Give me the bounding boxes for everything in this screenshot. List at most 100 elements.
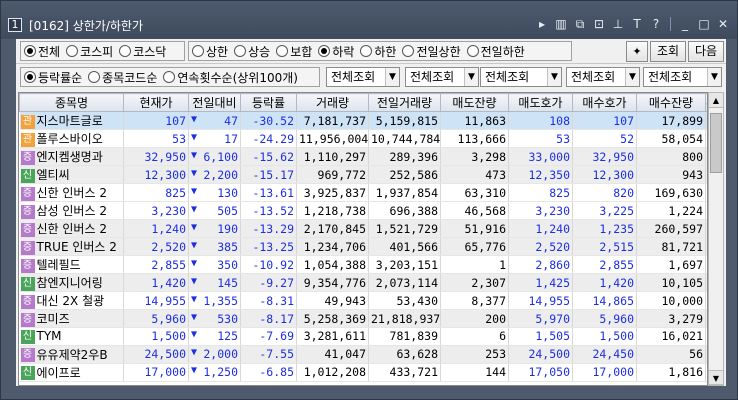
help-icon[interactable]: ?: [648, 16, 664, 32]
radio-dot[interactable]: [466, 45, 479, 57]
filter-select-2[interactable]: 전체조회 ▼: [405, 67, 479, 87]
cell-ask-qty: 65,776: [440, 237, 509, 256]
radio-dot[interactable]: [234, 45, 247, 57]
radio-upper-limit[interactable]: 상한: [192, 43, 228, 60]
radio-sort-rate[interactable]: 등락률순: [24, 69, 82, 86]
down-arrow-icon: ▼: [191, 221, 198, 233]
radio-dot[interactable]: [318, 45, 331, 57]
table-row[interactable]: 증 유유제약2우B 24,500 ▼ 2,000 -7.55 41,047 63,628 253…: [19, 345, 707, 364]
radio-dot[interactable]: [24, 71, 36, 83]
link-icon[interactable]: ⧉: [572, 16, 588, 32]
cell-value: 6,100: [203, 149, 238, 164]
table-row[interactable]: 증 삼성 인버스 2 3,230 ▼ 505 -13.52 1,218,738 696,388…: [19, 201, 707, 220]
column-header[interactable]: 전일대비: [188, 93, 241, 112]
radio-dot[interactable]: [163, 71, 176, 83]
stock-grid[interactable]: 종목명 현재가 전일대비 등락률 거래량 전일거래량 매도잔량 매도호가 매수호…: [18, 92, 708, 386]
cell-bid-qty: 3,279: [636, 309, 706, 328]
cell-prev-volume: 5,159,815: [368, 111, 441, 130]
radio-dot[interactable]: [66, 45, 79, 57]
table-row[interactable]: 신 엘티씨 12,300 ▼ 2,200 -15.17 969,772 252,586 473 1…: [19, 165, 707, 184]
table-row[interactable]: 증 신한 인버스 2 1,240 ▼ 190 -13.29 2,170,845 1,521,7…: [19, 219, 707, 238]
radio-prev-lower-limit[interactable]: 전일하한: [466, 43, 525, 60]
cell-value: 24,500: [528, 347, 570, 361]
cell-bid-price: 1,500: [572, 327, 637, 346]
table-row[interactable]: 증 대신 2X 철광 14,955 ▼ 1,355 -8.31 49,943 53,430 8,…: [19, 291, 707, 310]
cell-price: 32,950: [123, 147, 189, 166]
radio-prev-upper-limit[interactable]: 전일상한: [402, 43, 461, 60]
radio-market-kospi[interactable]: 코스피: [66, 43, 113, 60]
column-header[interactable]: 등락률: [240, 93, 297, 112]
column-header[interactable]: 매수잔량: [636, 93, 706, 112]
radio-fall[interactable]: 하락: [318, 43, 354, 60]
radio-flat[interactable]: 보합: [276, 43, 312, 60]
column-header[interactable]: 전일거래량: [368, 93, 441, 112]
cell-prev-volume: 21,818,937: [368, 309, 441, 328]
radio-dot[interactable]: [119, 45, 132, 57]
radio-sort-consecutive[interactable]: 연속횟수순(상위100개): [163, 69, 298, 86]
chevron-down-icon[interactable]: ▼: [385, 68, 399, 86]
column-header[interactable]: 매도잔량: [440, 93, 509, 112]
filter-select-1[interactable]: 전체조회 ▼: [326, 67, 400, 87]
radio-rise[interactable]: 상승: [234, 43, 270, 60]
cell-bid-price: 3,225: [572, 201, 637, 220]
radio-dot[interactable]: [360, 45, 373, 57]
radio-label: 등락률순: [38, 70, 83, 85]
cell-volume: 7,181,737: [296, 111, 369, 130]
filter-select-4[interactable]: 전체조회 ▼: [566, 67, 640, 87]
stock-mark-badge: 증: [20, 186, 35, 201]
column-header[interactable]: 현재가: [123, 93, 189, 112]
column-header[interactable]: 매도호가: [508, 93, 573, 112]
radio-dot[interactable]: [88, 71, 101, 83]
maximize-icon[interactable]: □: [696, 16, 712, 32]
radio-dot[interactable]: [24, 45, 36, 57]
cell-bid-price: 14,865: [572, 291, 637, 310]
chevron-down-icon[interactable]: ▼: [547, 68, 561, 86]
radio-dot[interactable]: [276, 45, 289, 57]
cell-prev-volume: 252,586: [368, 165, 441, 184]
column-header[interactable]: 종목명: [19, 93, 124, 112]
cell-ask-price: 24,500: [508, 345, 573, 364]
cell-change: ▼ 190: [188, 219, 241, 238]
minimize-icon[interactable]: _: [677, 16, 693, 32]
column-header[interactable]: 거래량: [296, 93, 369, 112]
cell-value: 3,230: [151, 203, 186, 218]
chevron-down-icon[interactable]: ▼: [625, 68, 639, 86]
radio-market-kosdaq[interactable]: 코스닥: [119, 43, 166, 60]
text-icon[interactable]: T: [629, 16, 645, 32]
radio-lower-limit[interactable]: 하한: [360, 43, 396, 60]
settings-button[interactable]: ✦: [626, 41, 648, 62]
scroll-up-icon[interactable]: ▲: [709, 93, 723, 108]
filter-select-5[interactable]: 전체조회 ▼: [643, 67, 722, 87]
filter-select-3[interactable]: 전체조회 ▼: [480, 67, 562, 87]
table-row[interactable]: 관 지스마트글로 107 ▼ 47 -30.52 7,181,737 5,159,815 11,…: [19, 111, 707, 130]
play-icon[interactable]: ▸: [534, 16, 550, 32]
close-icon[interactable]: ✕: [715, 16, 731, 32]
radio-dot[interactable]: [192, 45, 204, 57]
table-row[interactable]: 신 TYM 1,500 ▼ 125 -7.69 3,281,611 781,839 6 1,505…: [19, 327, 707, 346]
table-row[interactable]: 증 엔지켐생명과 32,950 ▼ 6,100 -15.62 1,110,297 289,39…: [19, 147, 707, 166]
radio-dot[interactable]: [402, 45, 415, 57]
table-row[interactable]: 관 폴루스바이오 53 ▼ 17 -24.29 11,956,004 10,744,784 11…: [19, 129, 707, 148]
chevron-down-icon[interactable]: ▼: [464, 68, 478, 86]
popout-icon[interactable]: ⊡: [591, 16, 607, 32]
layout-icon[interactable]: ▥: [553, 16, 569, 32]
table-row[interactable]: 신 참엔지니어링 1,420 ▼ 145 -9.27 9,354,776 2,073,114 2…: [19, 273, 707, 292]
next-button[interactable]: 다음: [688, 41, 724, 62]
chevron-down-icon[interactable]: ▼: [707, 68, 721, 86]
cell-value: 2,073,114: [375, 275, 438, 290]
table-row[interactable]: 증 TRUE 인버스 2 2,520 ▼ 385 -13.25 1,234,706 401,5…: [19, 237, 707, 256]
cell-value: 53: [172, 131, 186, 146]
pin-icon[interactable]: ⊥: [610, 16, 626, 32]
radio-label: 전체: [38, 44, 61, 59]
table-row[interactable]: 증 텔레필드 2,855 ▼ 350 -10.92 1,054,388 3,203,151 1 2…: [19, 255, 707, 274]
table-row[interactable]: 증 신한 인버스 2 825 ▼ 130 -13.61 3,925,837 1,937,854…: [19, 183, 707, 202]
query-button[interactable]: 조회: [650, 41, 686, 62]
table-row[interactable]: 신 에이프로 17,000 ▼ 1,250 -6.85 1,012,208 433,721 14…: [19, 363, 707, 382]
vertical-scrollbar[interactable]: ▲ ▼: [708, 92, 724, 386]
scroll-thumb[interactable]: [710, 113, 722, 173]
column-header[interactable]: 매수호가: [572, 93, 637, 112]
radio-sort-code[interactable]: 종목코드순: [88, 69, 157, 86]
table-row[interactable]: 증 코미즈 5,960 ▼ 530 -8.17 5,258,369 21,818,937 200…: [19, 309, 707, 328]
radio-market-all[interactable]: 전체: [24, 43, 60, 60]
scroll-down-icon[interactable]: ▼: [709, 370, 723, 385]
